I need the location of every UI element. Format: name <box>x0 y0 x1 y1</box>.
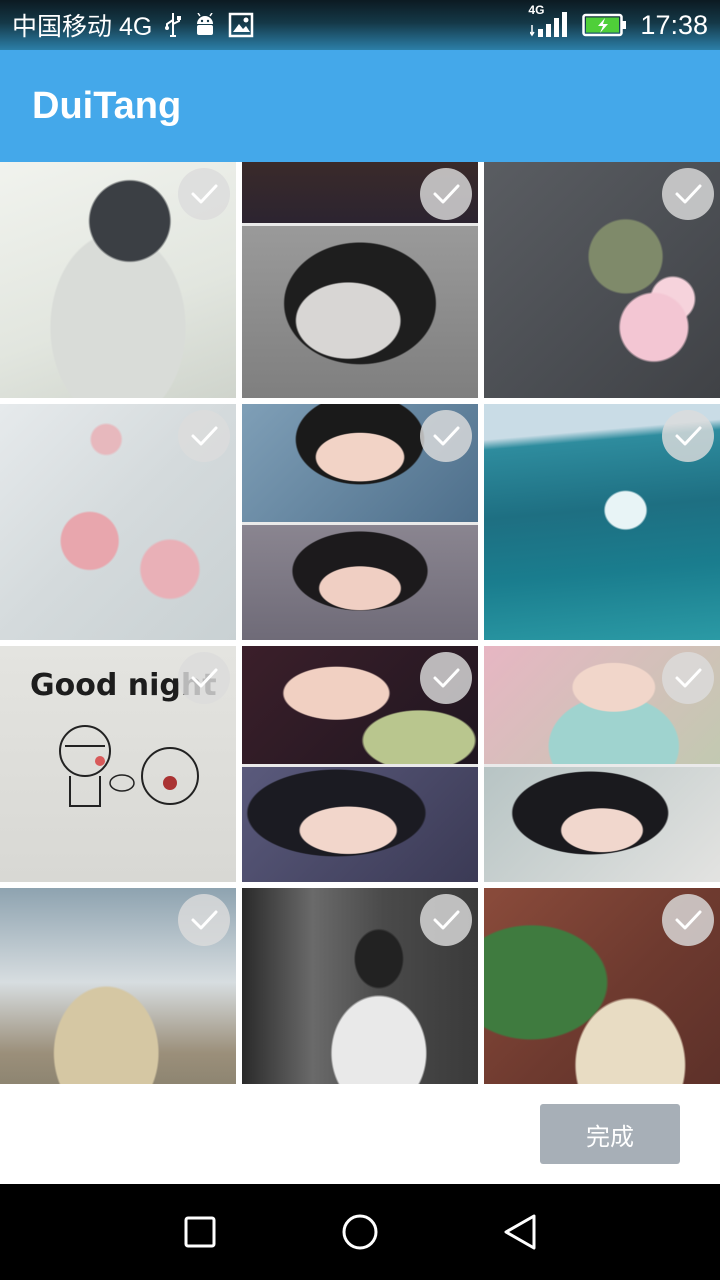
photo-tile[interactable] <box>484 404 720 640</box>
carrier-label: 中国移动 4G <box>12 13 153 41</box>
photo-tile[interactable] <box>242 888 478 1084</box>
photo-tile[interactable] <box>242 162 478 398</box>
done-button[interactable]: 完成 <box>540 1104 680 1164</box>
select-checkmark-icon[interactable] <box>662 652 714 704</box>
select-checkmark-icon[interactable] <box>420 410 472 462</box>
select-checkmark-icon[interactable] <box>178 894 230 946</box>
photo-tile[interactable] <box>242 404 478 640</box>
back-icon[interactable] <box>500 1212 540 1252</box>
recents-icon[interactable] <box>180 1212 220 1252</box>
usb-icon <box>164 12 182 38</box>
select-checkmark-icon[interactable] <box>178 168 230 220</box>
home-icon[interactable] <box>340 1212 380 1252</box>
image-icon <box>228 12 254 38</box>
select-checkmark-icon[interactable] <box>420 894 472 946</box>
photo-tile[interactable] <box>484 162 720 398</box>
system-nav-bar <box>0 1184 720 1280</box>
photo-tile[interactable] <box>0 162 236 398</box>
clock: 17:38 <box>640 9 708 40</box>
network-badge: 4G <box>528 3 545 17</box>
photo-tile[interactable] <box>0 888 236 1084</box>
photo-tile[interactable] <box>242 646 478 882</box>
photo-tile[interactable] <box>0 404 236 640</box>
signal-icon: 4G <box>528 3 570 39</box>
android-icon <box>194 13 216 37</box>
photo-tile[interactable] <box>484 646 720 882</box>
photo-grid: Good night <box>0 162 720 1084</box>
photo-image <box>242 223 478 398</box>
photo-image <box>484 764 720 882</box>
photo-tile[interactable] <box>484 888 720 1084</box>
select-checkmark-icon[interactable] <box>420 652 472 704</box>
status-bar: 中国移动 4G 4G 17:38 <box>0 0 720 50</box>
photo-image <box>242 764 478 882</box>
photo-image <box>242 522 478 640</box>
photo-tile[interactable]: Good night <box>0 646 236 882</box>
action-bar: 完成 <box>0 1084 720 1184</box>
select-checkmark-icon[interactable] <box>662 894 714 946</box>
app-bar: DuiTang <box>0 50 720 162</box>
select-checkmark-icon[interactable] <box>178 652 230 704</box>
select-checkmark-icon[interactable] <box>662 168 714 220</box>
cartoon-illustration <box>59 725 199 807</box>
select-checkmark-icon[interactable] <box>178 410 230 462</box>
select-checkmark-icon[interactable] <box>420 168 472 220</box>
app-title: DuiTang <box>32 84 182 127</box>
battery-charging-icon <box>582 12 628 38</box>
select-checkmark-icon[interactable] <box>662 410 714 462</box>
